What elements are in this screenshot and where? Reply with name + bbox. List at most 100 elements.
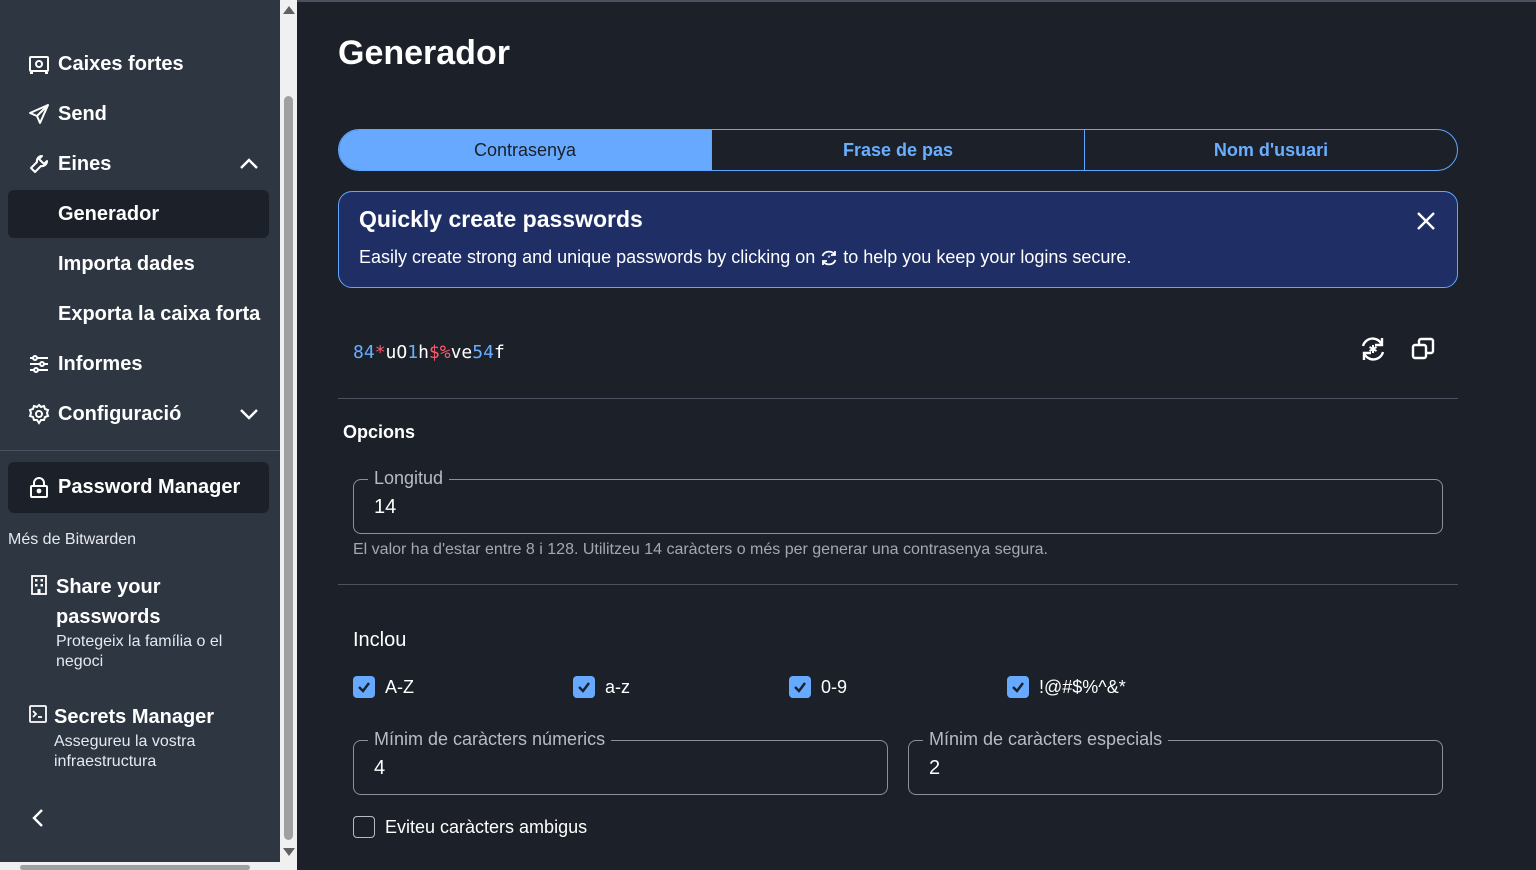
scroll-up-arrow-icon[interactable] [283,6,295,14]
sidebar-item-reports[interactable]: Informes [8,340,269,388]
horizontal-scroll-thumb[interactable] [20,865,250,870]
chevron-down-icon [229,408,269,420]
min-numbers-field[interactable]: Mínim de caràcters númerics 4 [353,729,888,795]
sidebar-item-generator[interactable]: Generador [8,190,269,238]
collapse-sidebar-button[interactable] [26,808,50,832]
include-numbers-checkbox[interactable]: 0-9 [789,676,847,698]
options-heading: Opcions [343,422,416,442]
tab-passphrase[interactable]: Frase de pas [712,130,1085,170]
horizontal-scrollbar[interactable] [0,862,297,870]
more-from-bitwarden-label: Més de Bitwarden [8,531,137,548]
sidebar-item-export[interactable]: Exporta la caixa forta [8,290,269,338]
callout-title: Quickly create passwords [359,206,643,232]
wrench-icon [28,153,50,175]
app-window: Caixes fortes Send Eines Generador Impor… [0,0,1536,870]
password-char-group: uO [385,342,408,363]
sidebar-item-label: Caixes fortes [58,52,184,75]
password-char-group: * [374,342,386,363]
password-actions [1358,336,1438,366]
close-icon [1416,211,1436,236]
regenerate-icon: * [819,248,839,268]
product-title: Share your passwords [56,576,161,628]
regenerate-password-button[interactable] [1358,336,1388,366]
generated-password[interactable]: 84*uO1h$%ve54f [353,342,505,363]
min-numbers-input[interactable]: 4 [374,757,385,780]
sidebar-item-vaults[interactable]: Caixes fortes [8,40,269,88]
checkbox-unchecked-icon[interactable] [353,816,375,838]
product-title: Secrets Manager [54,706,215,728]
include-heading: Inclou [353,629,407,651]
product-share-passwords[interactable]: Share your passwords Protegeix la famíli… [30,572,256,672]
checkbox-checked-icon[interactable] [1007,676,1029,698]
min-numbers-label: Mínim de caràcters númerics [368,729,612,750]
terminal-icon [28,704,48,724]
generated-password-row: 84*uO1h$%ve54f [338,322,1458,384]
checkbox-checked-icon[interactable] [353,676,375,698]
scroll-thumb[interactable] [284,96,293,840]
min-special-field[interactable]: Mínim de caràcters especials 2 [908,729,1443,795]
sidebar-item-label: Send [58,102,107,125]
divider [338,584,1458,585]
checkbox-label: 0-9 [821,676,848,697]
sidebar-item-label: Configuració [58,402,182,425]
checkbox-checked-icon[interactable] [789,676,811,698]
divider [338,398,1458,399]
include-uppercase-checkbox[interactable]: A-Z [353,676,414,698]
callout-body-text-end: to help you keep your logins secure. [843,247,1132,267]
sidebar-item-label: Generador [58,202,160,225]
password-char-group: h [418,342,429,363]
chevron-left-icon [32,808,44,833]
include-lowercase-checkbox[interactable]: a-z [573,676,630,698]
checkbox-label: !@#$%^&* [1039,676,1126,697]
product-description: Assegureu la vostra infraestructura [54,733,196,770]
vault-icon [28,53,50,75]
main-content: Generador Contrasenya Frase de pas Nom d… [297,0,1536,870]
product-description: Protegeix la família o el negoci [56,633,223,670]
sidebar-divider [0,450,280,451]
min-special-input[interactable]: 2 [929,757,940,780]
password-char-group: 84 [353,342,375,363]
sidebar-item-label: Eines [58,152,112,175]
sidebar-item-settings[interactable]: Configuració [8,390,269,438]
sidebar-item-label: Importa dades [58,252,195,275]
sidebar-item-tools[interactable]: Eines [8,140,269,188]
sidebar-scrollbar[interactable] [280,0,297,862]
copy-password-button[interactable] [1408,336,1438,366]
tab-password[interactable]: Contrasenya [339,130,712,170]
chevron-up-icon [229,158,269,170]
include-special-checkbox[interactable]: !@#$%^&* [1007,676,1126,698]
length-field[interactable]: Longitud 14 [353,468,1443,534]
copy-icon [1410,336,1436,367]
regenerate-icon [1358,334,1388,369]
send-icon [28,103,50,125]
svg-text:*: * [828,254,831,263]
checkbox-label: a-z [605,676,631,697]
generator-type-tabs: Contrasenya Frase de pas Nom d'usuari [338,129,1458,171]
avoid-ambiguous-checkbox[interactable]: Eviteu caràcters ambigus [353,816,587,838]
sidebar-item-label: Exporta la caixa forta [58,302,261,325]
scroll-down-arrow-icon[interactable] [283,848,295,856]
product-switcher-button[interactable]: Password Manager [8,462,269,513]
tab-username[interactable]: Nom d'usuari [1085,130,1457,170]
password-char-group: ve [450,342,473,363]
close-callout-button[interactable] [1413,210,1439,236]
sidebar-item-send[interactable]: Send [8,90,269,138]
checkbox-label: Eviteu caràcters ambigus [385,816,588,837]
checkbox-checked-icon[interactable] [573,676,595,698]
product-switcher-label: Password Manager [58,476,241,498]
sliders-icon [28,353,50,375]
password-char-group: f [493,342,505,363]
sidebar-item-label: Informes [58,352,143,375]
password-char-group: 1 [407,342,419,363]
product-secrets-manager[interactable]: Secrets Manager Assegureu la vostra infr… [28,702,254,772]
info-callout: Quickly create passwords Easily create s… [338,191,1458,288]
password-char-group: 54 [472,342,494,363]
callout-body: Easily create strong and unique password… [359,247,1437,268]
lock-icon [28,476,50,499]
page-title: Generador [338,34,510,72]
checkbox-label: A-Z [385,676,414,697]
sidebar-item-import[interactable]: Importa dades [8,240,269,288]
gear-icon [28,403,50,425]
min-special-label: Mínim de caràcters especials [923,729,1169,750]
length-input[interactable]: 14 [374,496,396,519]
